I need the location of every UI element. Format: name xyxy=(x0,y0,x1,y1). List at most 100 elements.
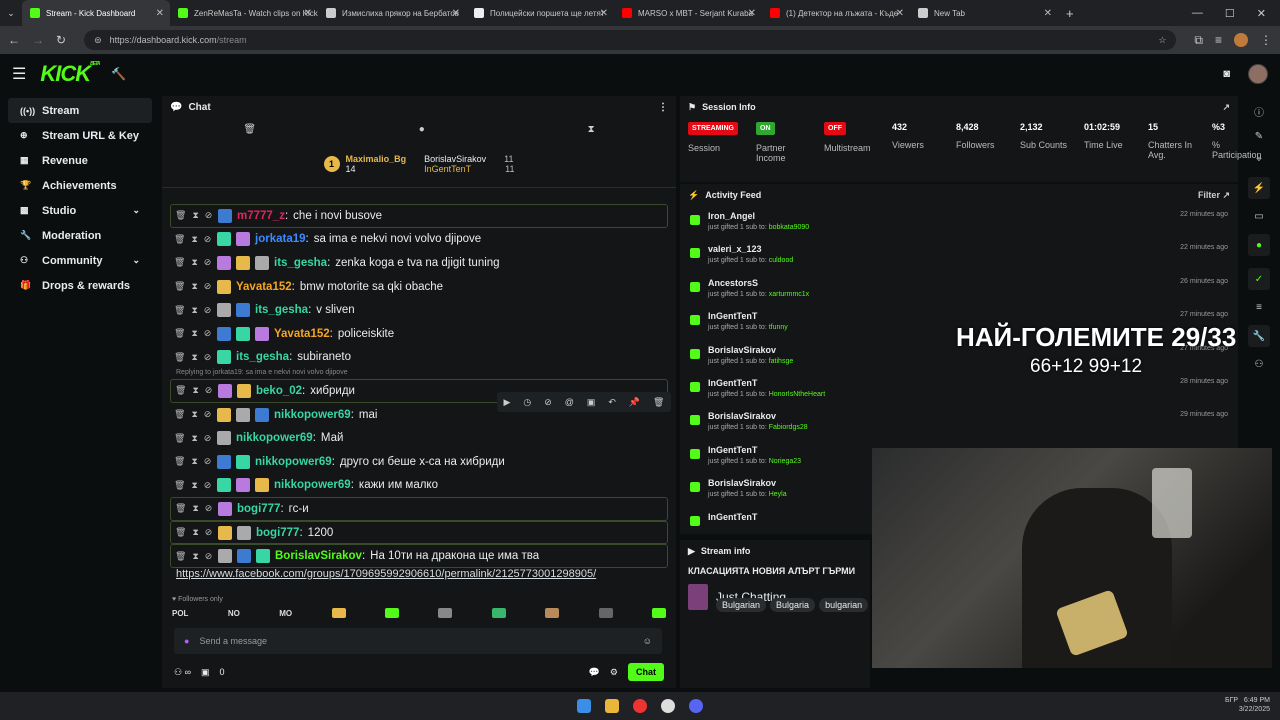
delete-icon[interactable]: 🗑 xyxy=(174,456,185,467)
timeout-icon[interactable]: ⧗ xyxy=(192,385,198,396)
gift-recipient[interactable]: Noriega23 xyxy=(769,458,801,465)
chat-username[interactable]: its_gesha xyxy=(255,304,308,316)
chat-message[interactable]: 🗑 ⧗ ⊘ BorislavSirakov: На 10ти на дракона ще… xyxy=(170,544,668,568)
edit-icon[interactable]: ✎ xyxy=(1255,131,1263,142)
profile-icon[interactable] xyxy=(1234,33,1248,47)
tab-close-icon[interactable]: ✕ xyxy=(896,8,904,19)
sidebar-item[interactable]: ((•)) Stream xyxy=(8,98,152,123)
hammer-icon[interactable]: 🔨 xyxy=(111,67,126,81)
copy-icon[interactable]: ▣ xyxy=(587,397,596,408)
delete-icon[interactable]: 🗑 xyxy=(174,328,185,339)
browser-tab[interactable]: Измислиха прякор на Бербатов ✕ xyxy=(318,0,466,26)
timeout-icon[interactable]: ⧗ xyxy=(191,480,197,491)
ban-icon[interactable]: ⊘ xyxy=(205,527,213,538)
tab-close-icon[interactable]: ✕ xyxy=(748,8,756,19)
send-chat-button[interactable]: Chat xyxy=(628,663,664,681)
emote-icon[interactable] xyxy=(598,608,613,618)
pin-icon[interactable]: 📌 xyxy=(629,397,640,408)
delete-icon[interactable]: 🗑 xyxy=(175,385,186,396)
chat-username[interactable]: Yavata152 xyxy=(236,281,292,293)
camera-settings-icon[interactable]: ◙ xyxy=(1223,68,1230,80)
emote-no[interactable]: NO xyxy=(228,609,240,618)
menu-icon[interactable]: ⋮ xyxy=(1260,33,1272,47)
emote-pol[interactable]: POL xyxy=(172,609,188,618)
chat-message[interactable]: 🗑 ⧗ ⊘ Yavata152: bmw motorite sa qki obache xyxy=(170,275,668,299)
chat-message[interactable]: 🗑 ⧗ ⊘ Yavata152: policeiskite xyxy=(170,322,668,346)
filter-button[interactable]: Filter ↗ xyxy=(1198,190,1230,201)
delete-icon[interactable]: 🗑 xyxy=(174,433,185,444)
chat-link[interactable]: https://www.facebook.com/groups/17096959… xyxy=(170,568,668,580)
activity-user[interactable]: InGentTenT xyxy=(708,445,801,455)
ban-icon[interactable]: ⊘ xyxy=(205,210,213,221)
sidebar-item[interactable]: ▦ Revenue xyxy=(8,148,152,173)
emote-icon[interactable] xyxy=(491,608,506,618)
delete-icon[interactable]: 🗑 xyxy=(174,305,185,316)
ban-icon[interactable]: ⊘ xyxy=(204,456,212,467)
chat-rail-icon[interactable]: ● xyxy=(1248,234,1270,256)
chat-message[interactable]: 🗑 ⧗ ⊘ its_gesha: v sliven xyxy=(170,298,668,322)
ban-icon[interactable]: ⊘ xyxy=(205,385,213,396)
activity-user[interactable]: BorislavSirakov xyxy=(708,345,793,355)
delete-icon[interactable]: 🗑 xyxy=(174,234,185,245)
tab-close-icon[interactable]: ✕ xyxy=(304,8,312,19)
activity-user[interactable]: InGentTenT xyxy=(708,512,757,522)
timeout-icon[interactable]: ⧗ xyxy=(191,328,197,339)
chat-settings-icon[interactable]: ⚙ xyxy=(610,667,618,678)
top-gifter-name[interactable]: Maximalio_Bg xyxy=(346,154,407,164)
chat-message[interactable]: 🗑 ⧗ ⊘ bogi777: гс-и xyxy=(170,497,668,521)
tab-close-icon[interactable]: ✕ xyxy=(452,8,460,19)
delete-icon[interactable]: 🗑 xyxy=(174,480,185,491)
close-window-icon[interactable]: ✕ xyxy=(1257,7,1266,20)
wrench-rail-icon[interactable]: 🔧 xyxy=(1248,325,1270,347)
popout-icon[interactable]: ↗ xyxy=(1222,102,1230,113)
delete-icon[interactable]: 🗑 xyxy=(653,397,664,408)
timeout-icon[interactable]: ⧗ xyxy=(192,503,198,514)
tab-search-icon[interactable]: ⌄ xyxy=(0,8,22,19)
chat-username[interactable]: bogi777 xyxy=(237,503,280,515)
gift-recipient[interactable]: fatihsge xyxy=(769,358,794,365)
timeout-icon[interactable]: ⧗ xyxy=(191,257,197,268)
timeout-icon[interactable]: ⧗ xyxy=(192,527,198,538)
chat-message[interactable]: 🗑 ⧗ ⊘ its_gesha: subiraneto xyxy=(170,346,668,370)
emote-icon[interactable] xyxy=(331,608,346,618)
browser-tab[interactable]: (1) Детектор на лъжата - Къде ✕ xyxy=(762,0,910,26)
activity-user[interactable]: InGentTenT xyxy=(708,378,825,388)
kick-logo[interactable]: KICKBETA xyxy=(40,61,100,87)
stream-tag[interactable]: Bulgaria xyxy=(770,598,816,612)
hide-icon[interactable]: ⊘ xyxy=(544,397,552,408)
explorer-icon[interactable] xyxy=(605,699,619,713)
chat-username[interactable]: nikkopower69 xyxy=(274,479,351,491)
tab-close-icon[interactable]: ✕ xyxy=(1044,8,1052,19)
emote-icon[interactable] xyxy=(652,608,666,618)
check-rail-icon[interactable]: ✓ xyxy=(1248,268,1270,290)
bolt-rail-icon[interactable]: ⚡ xyxy=(1248,177,1270,199)
help-icon[interactable]: ⓘ xyxy=(1254,104,1264,119)
ban-icon[interactable]: ⊘ xyxy=(204,281,212,292)
delete-icon[interactable]: 🗑 xyxy=(174,409,185,420)
stream-tag[interactable]: bulgarian xyxy=(819,598,869,612)
emote-mo[interactable]: MO xyxy=(279,609,292,618)
undo-icon[interactable]: ↶ xyxy=(608,397,616,408)
delete-icon[interactable]: 🗑 xyxy=(175,527,186,538)
hourglass-icon[interactable]: ⧗ xyxy=(588,124,595,135)
chat-username[interactable]: nikkopower69 xyxy=(274,409,351,421)
github-icon[interactable] xyxy=(661,699,675,713)
list-icon[interactable]: ≡ xyxy=(1256,302,1262,313)
chat-username[interactable]: Yavata152 xyxy=(274,328,330,340)
browser-tab[interactable]: ZenReMasTa - Watch clips on Kick ✕ xyxy=(170,0,318,26)
ban-icon[interactable]: ⊘ xyxy=(204,433,212,444)
chat-message[interactable]: 🗑 ⧗ ⊘ bogi777:1200 xyxy=(170,520,668,545)
browser-tab[interactable]: MARSO x MBT - Serjant Kuraba ✕ xyxy=(614,0,762,26)
language-indicator[interactable]: БГР xyxy=(1225,697,1238,704)
delete-icon[interactable]: 🗑 xyxy=(175,551,186,562)
tab-close-icon[interactable]: ✕ xyxy=(600,8,608,19)
target-icon[interactable]: ⌖ xyxy=(1256,154,1262,165)
play-icon[interactable]: ▶ xyxy=(503,397,510,408)
reload-icon[interactable]: ↻ xyxy=(56,33,66,47)
back-icon[interactable]: ← xyxy=(8,33,20,47)
chat-message[interactable]: 🗑 ⧗ ⊘ jorkata19: sa ima e nekvi novi volvo d… xyxy=(170,228,668,252)
ban-icon[interactable]: ⊘ xyxy=(204,352,212,363)
bookmark-star-icon[interactable]: ☆ xyxy=(1158,35,1166,46)
emote-icon[interactable] xyxy=(438,608,453,618)
trash-icon[interactable]: 🗑 xyxy=(243,124,256,135)
